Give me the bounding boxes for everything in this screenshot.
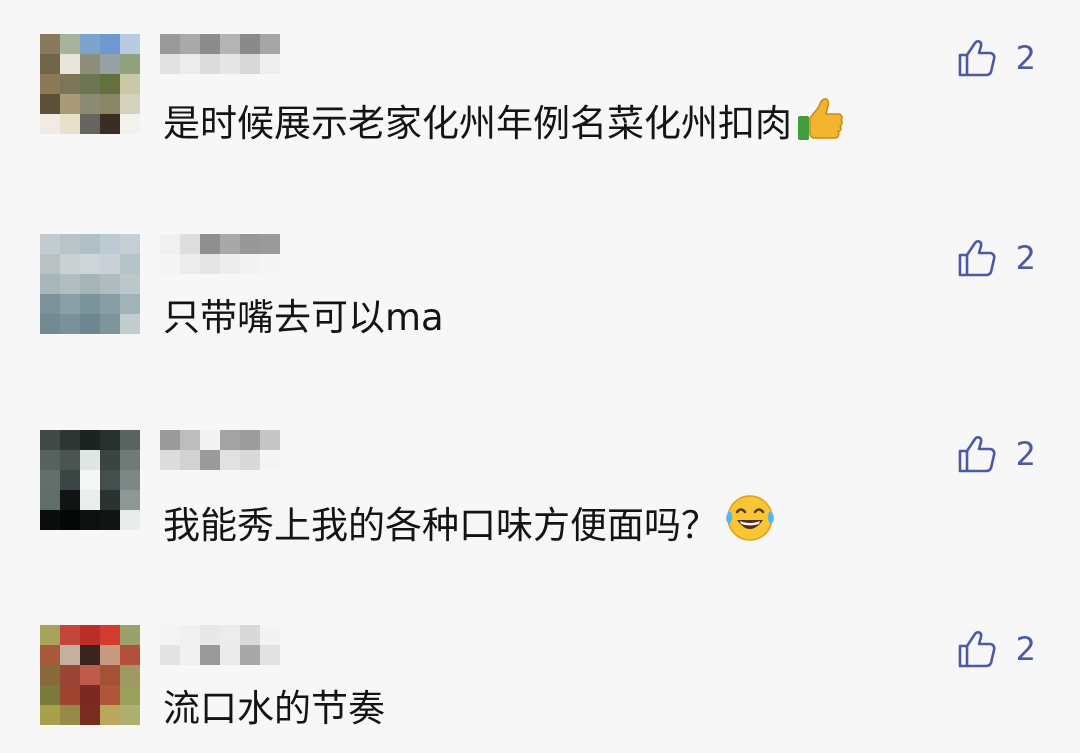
laughing-tears-icon [722, 492, 778, 554]
comment-item: 流口水的节奏 2 [0, 625, 1080, 730]
avatar[interactable] [40, 430, 140, 530]
username-blurred[interactable] [160, 234, 280, 278]
like-count: 2 [1015, 239, 1036, 277]
thumbs-up-outline-icon [958, 40, 996, 77]
like-button[interactable]: 2 [956, 36, 1036, 80]
comment-text: 是时候展示老家化州年例名菜化州扣肉 [163, 96, 844, 152]
thumbs-up-outline-icon [958, 240, 996, 277]
avatar[interactable] [40, 234, 140, 334]
comment-text: 只带嘴去可以ma [163, 296, 444, 339]
comment-item: 只带嘴去可以ma 2 [0, 234, 1080, 339]
avatar[interactable] [40, 34, 140, 134]
avatar[interactable] [40, 625, 140, 725]
like-button[interactable]: 2 [956, 627, 1036, 671]
comment-text: 流口水的节奏 [163, 687, 385, 730]
comment-item: 我能秀上我的各种口味方便面吗？ 2 [0, 430, 1080, 547]
comment-text: 我能秀上我的各种口味方便面吗？ [163, 492, 778, 554]
like-count: 2 [1015, 39, 1036, 77]
thumbs-up-outline-icon [958, 436, 996, 473]
username-blurred[interactable] [160, 34, 280, 78]
thumbs-up-outline-icon [958, 631, 996, 668]
comment-item: 是时候展示老家化州年例名菜化州扣肉 2 [0, 34, 1080, 145]
like-count: 2 [1015, 630, 1036, 668]
username-blurred[interactable] [160, 430, 280, 474]
username-blurred[interactable] [160, 625, 280, 669]
like-button[interactable]: 2 [956, 236, 1036, 280]
thumbs-up-icon [796, 96, 844, 152]
like-count: 2 [1015, 435, 1036, 473]
like-button[interactable]: 2 [956, 432, 1036, 476]
